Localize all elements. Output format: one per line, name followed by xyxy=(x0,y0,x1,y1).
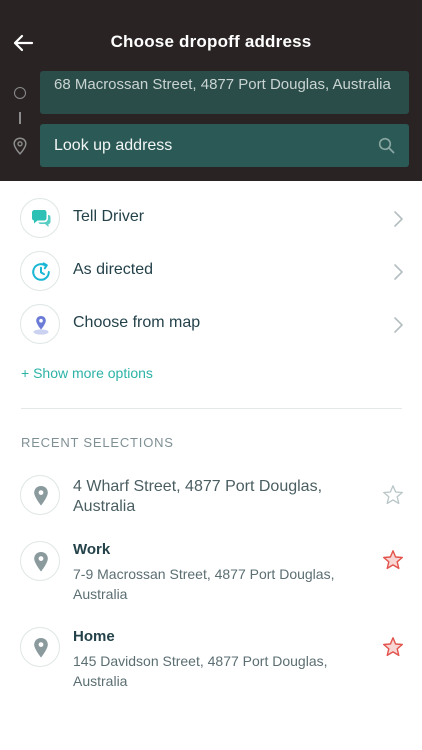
recent-item[interactable]: Work 7-9 Macrossan Street, 4877 Port Dou… xyxy=(0,540,422,606)
option-label: Choose from map xyxy=(73,314,201,331)
option-tell-driver[interactable]: Tell Driver xyxy=(0,198,422,248)
location-pin-icon xyxy=(34,638,48,658)
location-pin-icon xyxy=(34,486,48,506)
recent-item[interactable]: Home 145 Davidson Street, 4877 Port Doug… xyxy=(0,626,422,692)
origin-circle-icon xyxy=(14,87,26,99)
destination-pin-icon xyxy=(13,137,27,155)
location-pin-icon xyxy=(34,552,48,572)
option-label: As directed xyxy=(73,261,154,278)
search-icon[interactable] xyxy=(378,137,395,154)
option-icon-circle xyxy=(20,304,60,344)
chevron-right-icon xyxy=(394,317,403,333)
clock-refresh-icon xyxy=(32,262,50,281)
location-icon-circle xyxy=(20,541,60,581)
star-filled-icon[interactable] xyxy=(382,549,404,571)
recent-selections-heading: RECENT SELECTIONS xyxy=(21,435,174,450)
pickup-address-field[interactable]: 68 Macrossan Street, 4877 Port Douglas, … xyxy=(40,71,409,114)
dropoff-search-input[interactable] xyxy=(54,124,354,167)
recent-name: Home xyxy=(73,628,115,645)
star-filled-icon[interactable] xyxy=(382,636,404,658)
show-more-options-link[interactable]: + Show more options xyxy=(21,365,153,381)
option-icon-circle xyxy=(20,251,60,291)
header-bar: Choose dropoff address 68 Macrossan Stre… xyxy=(0,0,422,181)
option-choose-from-map[interactable]: Choose from map xyxy=(0,304,422,354)
star-outline-icon[interactable] xyxy=(382,484,404,506)
recent-name: Work xyxy=(73,541,111,558)
option-as-directed[interactable]: As directed xyxy=(0,251,422,301)
dropoff-search-field[interactable] xyxy=(40,124,409,167)
chat-bubble-icon xyxy=(32,210,51,227)
route-connector xyxy=(19,112,21,124)
location-icon-circle xyxy=(20,627,60,667)
map-pin-icon xyxy=(33,316,49,335)
option-label: Tell Driver xyxy=(73,208,145,225)
recent-address: 7-9 Macrossan Street, 4877 Port Douglas,… xyxy=(73,566,335,602)
location-icon-circle xyxy=(20,475,60,515)
chevron-right-icon xyxy=(394,264,403,280)
page-title: Choose dropoff address xyxy=(110,32,312,51)
chevron-right-icon xyxy=(394,211,403,227)
section-divider xyxy=(21,408,402,409)
pickup-address-text: 68 Macrossan Street, 4877 Port Douglas, … xyxy=(54,76,391,93)
option-icon-circle xyxy=(20,198,60,238)
recent-address: 4 Wharf Street, 4877 Port Douglas, Austr… xyxy=(73,478,323,515)
recent-address: 145 Davidson Street, 4877 Port Douglas, … xyxy=(73,653,328,689)
recent-item[interactable]: 4 Wharf Street, 4877 Port Douglas, Austr… xyxy=(0,474,422,524)
